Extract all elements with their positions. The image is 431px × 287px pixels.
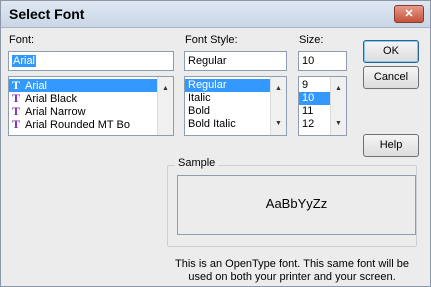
- font-list-item[interactable]: T Arial Black: [9, 92, 173, 106]
- scroll-up-icon[interactable]: ▲: [158, 81, 173, 96]
- font-style-input[interactable]: Regular: [184, 51, 287, 71]
- font-list-item[interactable]: T Arial: [9, 79, 173, 92]
- truetype-icon: T: [12, 117, 21, 131]
- font-style-value: Regular: [188, 55, 227, 67]
- close-icon: ✕: [404, 8, 414, 20]
- font-name-value: Arial: [12, 55, 37, 67]
- font-description: This is an OpenType font. This same font…: [175, 258, 409, 283]
- font-size-input[interactable]: 10: [298, 51, 347, 71]
- title-bar: Select Font ✕: [1, 1, 430, 28]
- sample-preview: AaBbYyZz: [177, 175, 416, 235]
- sample-label: Sample: [175, 157, 219, 169]
- font-style-list[interactable]: Regular Italic Bold Bold Italic ▲ ▼: [184, 76, 287, 136]
- font-name-input[interactable]: Arial: [8, 51, 174, 71]
- font-list-item-label: Arial Black: [25, 93, 77, 105]
- font-list[interactable]: T Arial T Arial Black T Arial Narrow T Arial Ro…: [8, 76, 174, 136]
- font-list-scrollbar[interactable]: ▲: [157, 77, 173, 135]
- font-list-item[interactable]: T Arial Rounded MT Bo: [9, 117, 173, 132]
- font-label: Font:: [9, 34, 35, 46]
- font-style-label: Font Style:: [185, 34, 238, 46]
- scroll-down-icon[interactable]: ▼: [331, 116, 346, 131]
- size-label: Size:: [299, 34, 324, 46]
- close-button[interactable]: ✕: [394, 5, 424, 23]
- font-list-item-label: Arial Rounded MT Bo: [25, 119, 130, 131]
- help-button[interactable]: Help: [363, 134, 419, 157]
- select-font-dialog: Select Font ✕ Font: Arial T Arial T Arial B…: [0, 0, 431, 287]
- font-list-item-label: Arial: [25, 80, 48, 92]
- font-size-scrollbar[interactable]: ▲ ▼: [330, 77, 346, 135]
- ok-button[interactable]: OK: [363, 40, 419, 63]
- scroll-down-icon[interactable]: ▼: [271, 116, 286, 131]
- scroll-up-icon[interactable]: ▲: [331, 81, 346, 96]
- font-style-scrollbar[interactable]: ▲ ▼: [270, 77, 286, 135]
- cancel-button[interactable]: Cancel: [363, 66, 419, 89]
- font-list-item[interactable]: T Arial Narrow: [9, 105, 173, 119]
- dialog-title: Select Font: [9, 6, 85, 22]
- font-size-list[interactable]: 9 10 11 12 ▲ ▼: [298, 76, 347, 136]
- font-list-item-label: Arial Narrow: [25, 106, 86, 118]
- scroll-up-icon[interactable]: ▲: [271, 81, 286, 96]
- font-size-value: 10: [302, 55, 315, 67]
- sample-text: AaBbYyZz: [265, 196, 328, 211]
